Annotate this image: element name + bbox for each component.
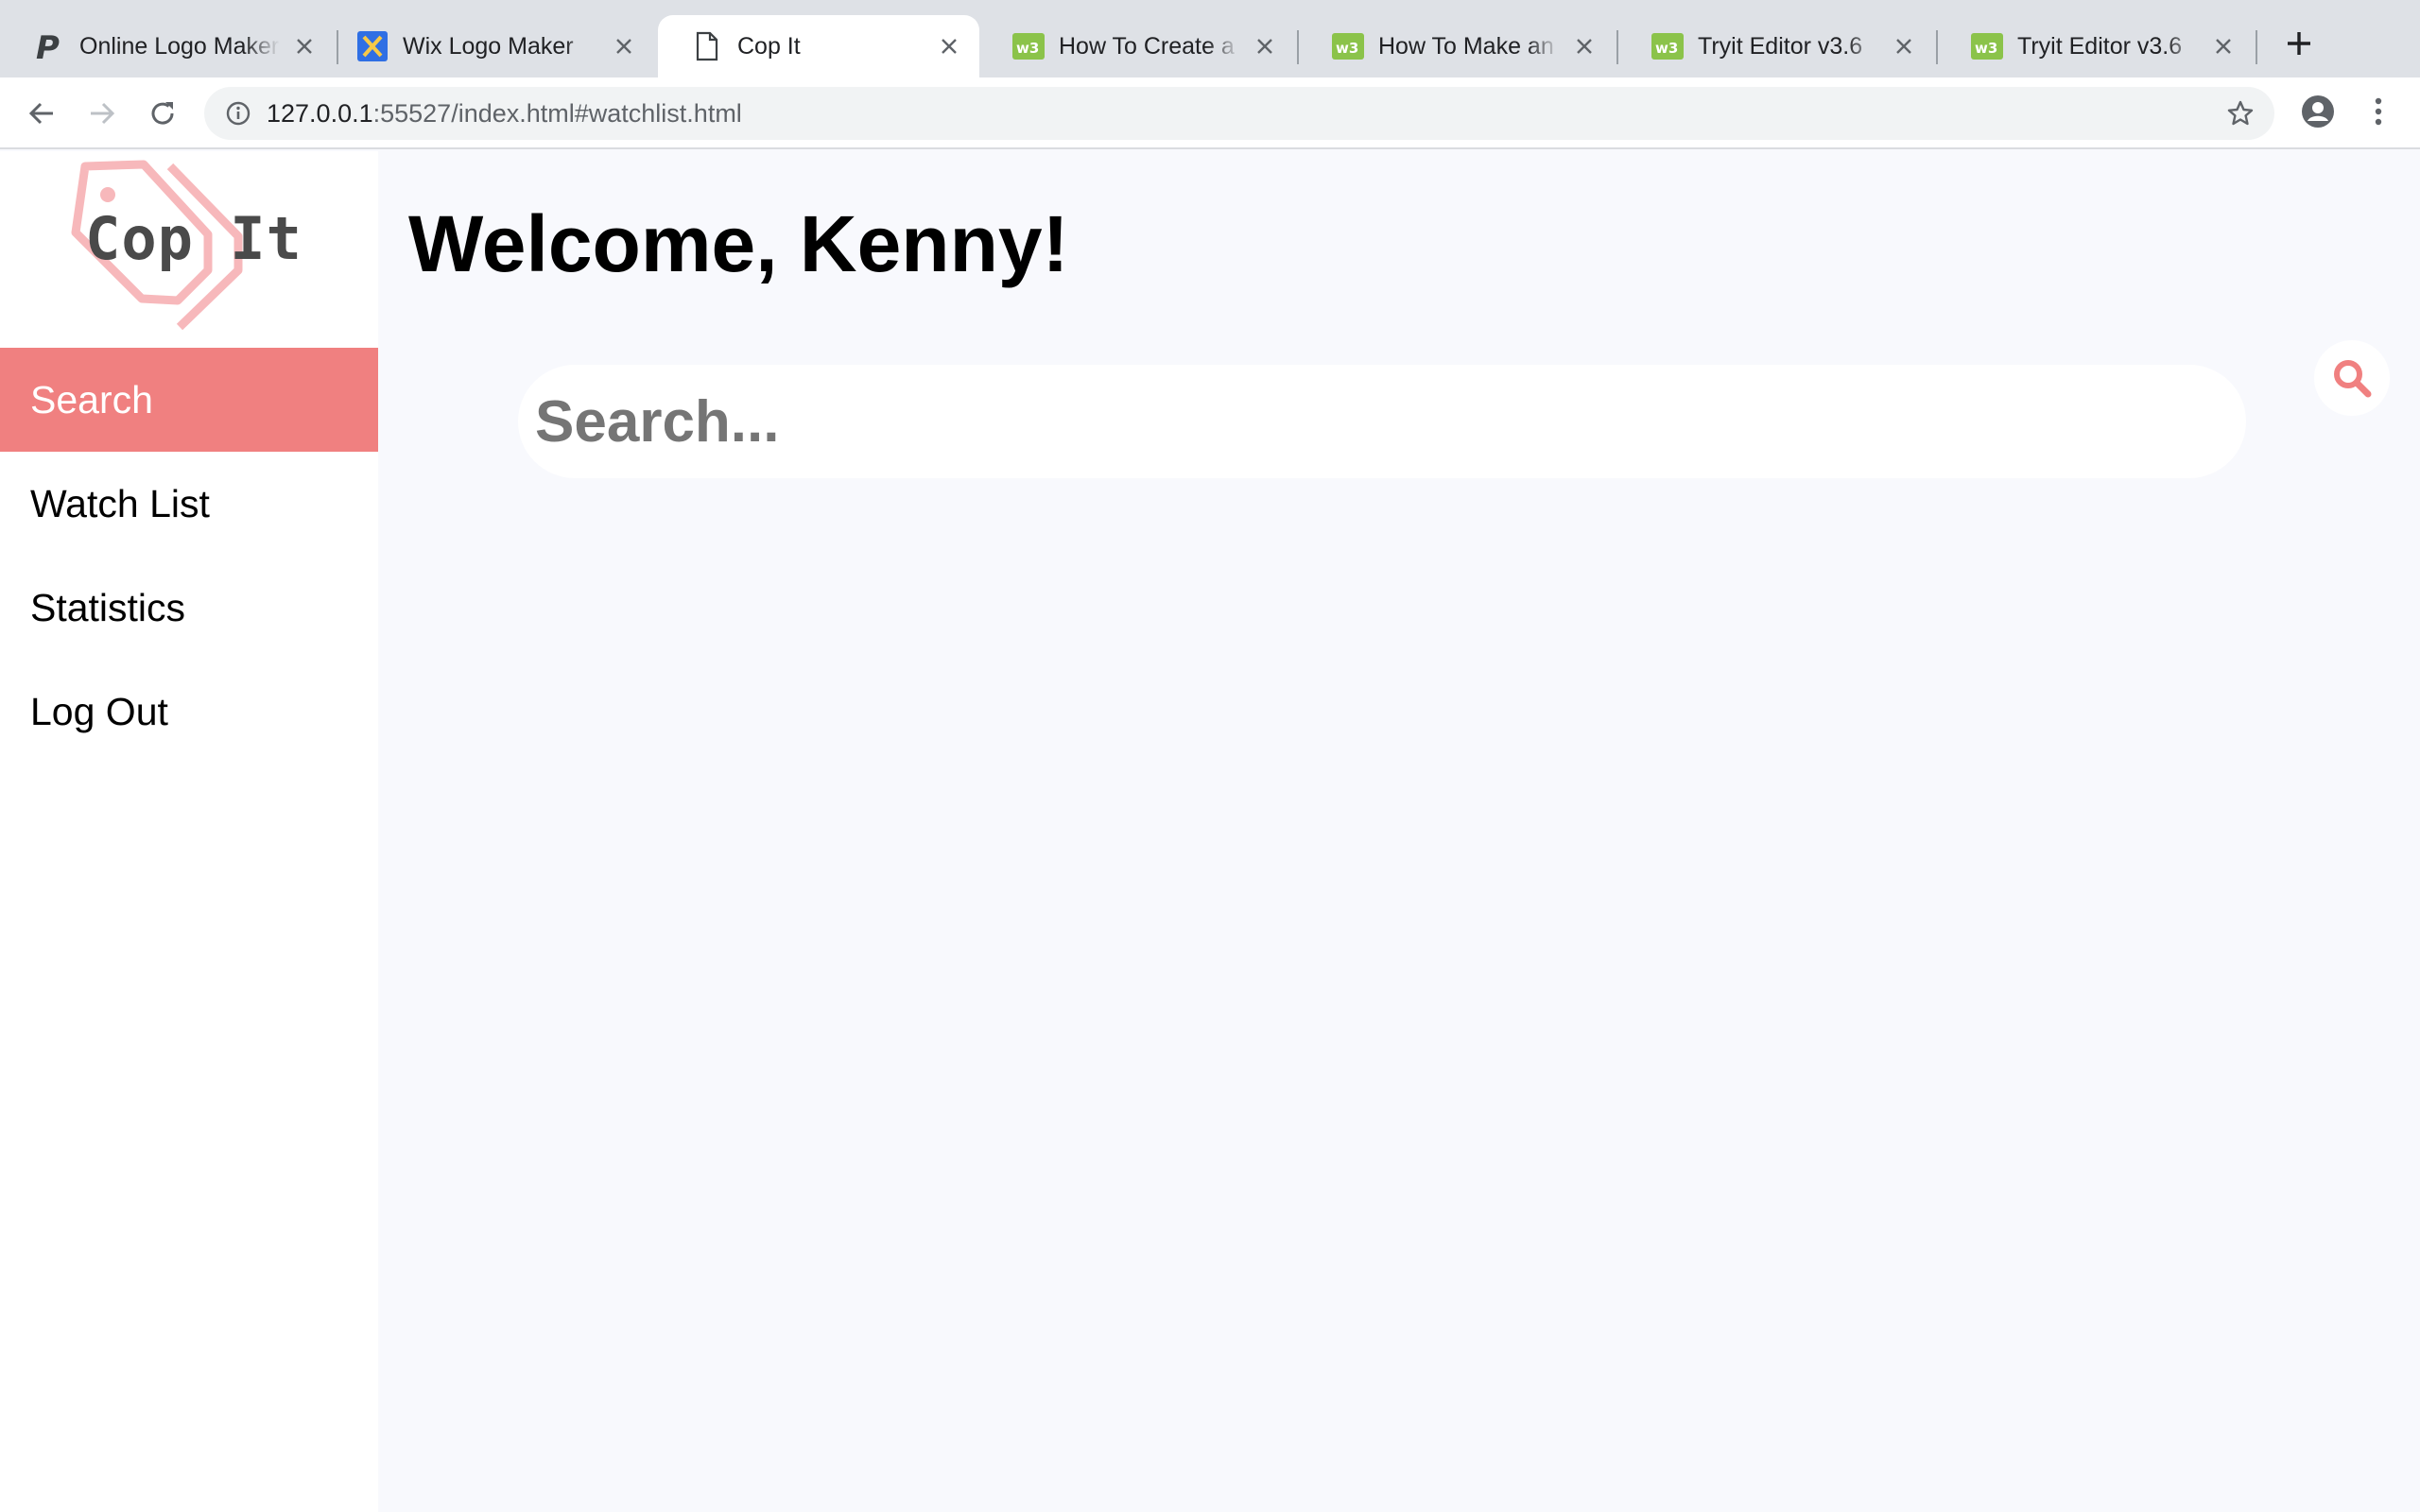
url-host: 127.0.0.1 xyxy=(267,98,373,128)
tab-title: How To Make an Animated xyxy=(1378,32,1560,60)
sidebar-item-watch-list[interactable]: Watch List xyxy=(0,452,378,556)
tab-close-icon[interactable] xyxy=(1567,29,1601,63)
pixlr-p-icon: P xyxy=(32,29,66,63)
tab-title: Cop It xyxy=(737,32,801,60)
tab-title: Wix Logo Maker xyxy=(403,32,574,60)
bookmark-star-icon[interactable] xyxy=(2223,96,2257,130)
tab-title: Online Logo Maker xyxy=(79,32,280,60)
forward-arrow-icon[interactable] xyxy=(83,94,121,132)
sidebar-nav: Search Watch List Statistics Log Out xyxy=(0,348,378,764)
browser-menu-icon[interactable] xyxy=(2360,93,2397,130)
svg-text:P: P xyxy=(36,30,60,62)
profile-avatar-icon[interactable] xyxy=(2299,93,2337,130)
svg-text:w3: w3 xyxy=(1336,40,1358,57)
url-path: :55527/index.html#watchlist.html xyxy=(372,98,742,128)
tab-close-icon[interactable] xyxy=(607,29,641,63)
tab-title: Tryit Editor v3.6 xyxy=(2017,32,2183,60)
sidebar: Cop It Search Watch List Statistics Log … xyxy=(0,151,378,1512)
w3schools-icon: w3 xyxy=(1970,29,2004,63)
reload-icon[interactable] xyxy=(144,94,182,132)
tab-how-to-create-a-logo[interactable]: w3 How To Create a Logo xyxy=(979,15,1295,77)
back-arrow-icon[interactable] xyxy=(23,94,60,132)
tab-how-to-make-an-animated[interactable]: w3 How To Make an Animated xyxy=(1299,15,1615,77)
new-tab-plus-icon[interactable] xyxy=(2280,25,2318,62)
svg-text:w3: w3 xyxy=(1975,40,1997,57)
search-button[interactable] xyxy=(2314,340,2390,416)
browser-tab-strip: P Online Logo Maker Wix Logo Maker Cop I… xyxy=(0,0,2420,77)
sidebar-item-search[interactable]: Search xyxy=(0,348,378,452)
tab-title: How To Create a Logo xyxy=(1059,32,1240,60)
sidebar-item-statistics[interactable]: Statistics xyxy=(0,556,378,660)
tab-close-icon[interactable] xyxy=(1887,29,1921,63)
page-icon xyxy=(690,29,724,63)
tab-tryit-editor-1[interactable]: w3 Tryit Editor v3.6 xyxy=(1618,15,1934,77)
address-bar[interactable]: 127.0.0.1:55527/index.html#watchlist.htm… xyxy=(204,87,2274,140)
page-title: Welcome, Kenny! xyxy=(408,199,1069,288)
svg-text:w3: w3 xyxy=(1016,40,1039,57)
search-icon xyxy=(2334,360,2372,398)
info-icon[interactable] xyxy=(223,98,253,129)
url-text: 127.0.0.1:55527/index.html#watchlist.htm… xyxy=(267,99,742,129)
tab-close-icon[interactable] xyxy=(1248,29,1282,63)
tab-cop-it[interactable]: Cop It xyxy=(658,15,979,77)
w3schools-icon: w3 xyxy=(1651,29,1685,63)
main-content: Welcome, Kenny! xyxy=(378,151,2420,1512)
tab-tryit-editor-2[interactable]: w3 Tryit Editor v3.6 xyxy=(1938,15,2254,77)
tab-close-icon[interactable] xyxy=(2206,29,2240,63)
w3schools-icon: w3 xyxy=(1011,29,1046,63)
logo-text: Cop It xyxy=(85,204,302,273)
tab-title: Tryit Editor v3.6 xyxy=(1698,32,1863,60)
wix-icon xyxy=(355,29,389,63)
tab-close-icon[interactable] xyxy=(932,29,966,63)
search-input[interactable] xyxy=(518,365,2246,478)
tab-separator xyxy=(2256,30,2257,64)
sidebar-item-log-out[interactable]: Log Out xyxy=(0,660,378,764)
w3schools-icon: w3 xyxy=(1331,29,1365,63)
browser-toolbar: 127.0.0.1:55527/index.html#watchlist.htm… xyxy=(0,77,2420,149)
tab-online-logo-maker[interactable]: P Online Logo Maker xyxy=(0,15,335,77)
tab-close-icon[interactable] xyxy=(287,29,321,63)
cop-it-logo[interactable]: Cop It xyxy=(66,157,302,336)
tab-wix-logo-maker[interactable]: Wix Logo Maker xyxy=(323,15,654,77)
svg-text:w3: w3 xyxy=(1655,40,1678,57)
